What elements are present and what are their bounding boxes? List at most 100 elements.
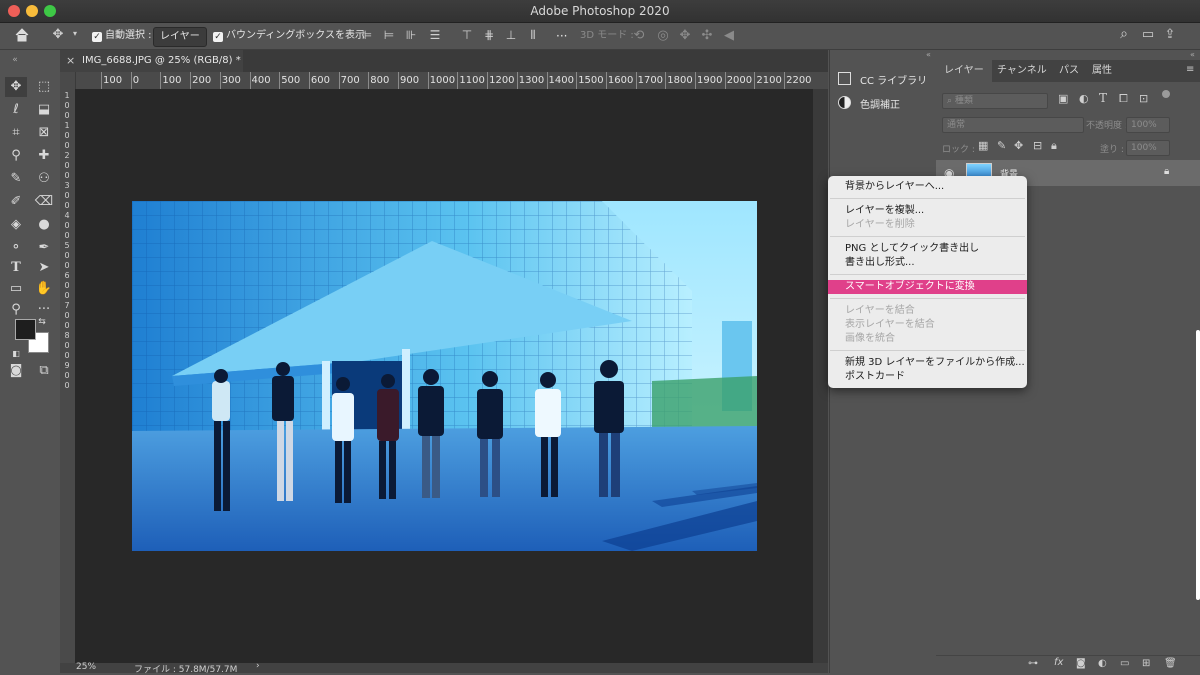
move-tool-icon[interactable]: ✥	[48, 27, 68, 42]
pen-tool-icon[interactable]: ✒	[33, 238, 55, 258]
blur-tool-icon[interactable]: ●	[33, 215, 55, 235]
tab-channels[interactable]: チャンネル	[989, 60, 1055, 82]
ruler-origin[interactable]	[60, 72, 76, 89]
menu-item[interactable]: ポストカード	[828, 370, 1027, 384]
canvas-area[interactable]	[75, 89, 813, 663]
path-selection-tool-icon[interactable]: ➤	[33, 258, 55, 278]
collapse-dock-icon[interactable]: «	[926, 50, 931, 59]
menu-item[interactable]: 書き出し形式...	[828, 256, 1027, 270]
foreground-color-swatch-top[interactable]	[15, 319, 36, 340]
frame-tool-icon[interactable]: ⊠	[33, 123, 55, 143]
lock-all-icon[interactable]: 🔒︎	[1051, 139, 1057, 153]
dodge-tool-icon[interactable]: ⚬	[5, 238, 27, 258]
camera-3d-icon[interactable]: ◀	[722, 28, 736, 43]
more-options-button[interactable]: ···	[556, 27, 567, 45]
opacity-input[interactable]: 100%	[1126, 117, 1170, 133]
paint-bucket-tool-icon[interactable]: ◈	[5, 215, 27, 235]
align-right-icon[interactable]: ⊪	[404, 28, 418, 42]
screen-mode-icon[interactable]: ⧉	[33, 361, 55, 381]
ruler-tick-label: 0	[64, 351, 70, 360]
lock-position-icon[interactable]: ✥	[1014, 139, 1023, 152]
vertical-scrollbar[interactable]	[813, 89, 828, 663]
move-tool-icon[interactable]: ✥	[5, 77, 27, 97]
align-left-icon[interactable]: ⊫	[360, 28, 374, 42]
tab-paths[interactable]: パス	[1051, 60, 1087, 82]
fx-icon[interactable]: fx	[1054, 657, 1063, 668]
drag-3d-icon[interactable]: ✥	[678, 28, 692, 43]
quick-mask-icon[interactable]: ◙	[5, 361, 27, 381]
panel-menu-icon[interactable]: ≡	[1186, 64, 1194, 75]
collapse-panel-icon[interactable]: «	[1190, 50, 1195, 59]
orbit-3d-icon[interactable]: ⟲	[632, 28, 646, 43]
mask-icon[interactable]: ◙	[1076, 658, 1086, 669]
auto-select-checkbox[interactable]: ✓ 自動選択 :	[92, 27, 152, 45]
auto-select-target-dropdown[interactable]: レイヤー ⌄	[153, 27, 207, 60]
marquee-tool-icon[interactable]: ⬚	[33, 77, 55, 97]
zoom-tool-icon[interactable]: ⚲	[5, 300, 27, 320]
search-icon[interactable]: ⌕	[1116, 26, 1132, 42]
document-tab[interactable]: × IMG_6688.JPG @ 25% (RGB/8) *	[60, 50, 243, 72]
stamp-tool-icon[interactable]: ⚇	[33, 169, 55, 189]
home-icon[interactable]	[12, 27, 32, 47]
swap-colors-icon[interactable]: ⇆	[36, 312, 48, 332]
menu-item[interactable]: 背景からレイヤーへ...	[828, 180, 1027, 194]
blend-mode-dropdown[interactable]: 通常	[942, 117, 1084, 133]
type-tool-icon[interactable]: T	[5, 258, 27, 278]
bounding-box-checkbox[interactable]: ✓ バウンディングボックスを表示	[213, 27, 365, 45]
share-icon[interactable]: ⇪	[1162, 27, 1178, 42]
adjustments-button[interactable]: 色調補正	[838, 96, 930, 114]
close-tab-icon[interactable]: ×	[66, 54, 75, 67]
cc-libraries-button[interactable]: CC ライブラリ	[838, 72, 930, 90]
eyedropper-tool-icon[interactable]: ⚲	[5, 146, 27, 166]
brush-tool-icon[interactable]: ✎	[5, 169, 27, 189]
healing-brush-tool-icon[interactable]: ✚	[33, 146, 55, 166]
right-edge-scroll[interactable]	[1196, 330, 1200, 600]
align-top-icon[interactable]: ⊤	[460, 28, 474, 42]
lock-artboard-icon[interactable]: ⊟	[1033, 139, 1042, 152]
slide-3d-icon[interactable]: ✣	[700, 28, 714, 43]
history-brush-tool-icon[interactable]: ✐	[5, 192, 27, 212]
ruler-tick-label: 0	[64, 161, 70, 170]
menu-item[interactable]: PNG としてクイック書き出し	[828, 242, 1027, 256]
ruler-tick	[398, 72, 399, 89]
distribute-icon[interactable]: ⦀	[526, 28, 540, 43]
chevron-down-icon[interactable]: ▾	[70, 29, 80, 38]
status-menu-arrow[interactable]: ›	[256, 661, 260, 671]
rectangle-tool-icon[interactable]: ▭	[5, 279, 27, 299]
workspace-icon[interactable]: ▭	[1140, 27, 1156, 42]
lock-pixels-icon[interactable]: ✎	[997, 139, 1006, 152]
tab-layers[interactable]: レイヤー	[936, 60, 992, 82]
adjustment-icon[interactable]: ◐	[1098, 658, 1107, 669]
align-middle-icon[interactable]: ⋕	[482, 28, 496, 42]
align-bottom-icon[interactable]: ⊥	[504, 28, 518, 42]
folder-icon[interactable]: ▭	[1120, 658, 1129, 669]
trash-icon[interactable]: 🗑︎	[1164, 658, 1177, 669]
align-center-icon[interactable]: ⊨	[382, 28, 396, 42]
filter-pixel-icon[interactable]: ▣	[1058, 92, 1068, 105]
eraser-tool-icon[interactable]: ⌫	[33, 192, 55, 212]
layer-filter-kind[interactable]: ⌕ 種類	[942, 93, 1048, 109]
zoom-level[interactable]: 25%	[76, 662, 96, 672]
menu-item[interactable]: 新規 3D レイヤーをファイルから作成...	[828, 356, 1027, 370]
document-image[interactable]	[132, 201, 757, 551]
align-vertical-icon[interactable]: ☰	[428, 28, 442, 42]
new-layer-icon[interactable]: ⊞	[1142, 658, 1150, 669]
filter-shape-icon[interactable]: ⧠	[1119, 92, 1128, 106]
collapse-toolbar-icon[interactable]: «	[4, 50, 26, 70]
filter-type-icon[interactable]: T	[1099, 91, 1107, 105]
filter-toggle-icon[interactable]	[1162, 90, 1170, 98]
menu-item[interactable]: スマートオブジェクトに変換	[828, 280, 1027, 294]
roll-3d-icon[interactable]: ◎	[656, 28, 670, 43]
menu-item[interactable]: レイヤーを複製...	[828, 204, 1027, 218]
hand-tool-icon[interactable]: ✋	[33, 279, 55, 299]
lasso-tool-icon[interactable]: ℓ	[5, 100, 27, 120]
ruler-tick	[724, 72, 726, 89]
crop-tool-icon[interactable]: ⌗	[5, 123, 27, 143]
tab-properties[interactable]: 属性	[1084, 60, 1120, 82]
filter-smart-object-icon[interactable]: ⊡	[1139, 92, 1148, 105]
fill-input[interactable]: 100%	[1126, 140, 1170, 156]
filter-adjustment-icon[interactable]: ◐	[1079, 92, 1089, 105]
link-icon[interactable]: ⊶	[1028, 658, 1038, 669]
object-selection-tool-icon[interactable]: ⬓	[33, 100, 55, 120]
lock-transparent-icon[interactable]: ▦	[978, 139, 988, 152]
